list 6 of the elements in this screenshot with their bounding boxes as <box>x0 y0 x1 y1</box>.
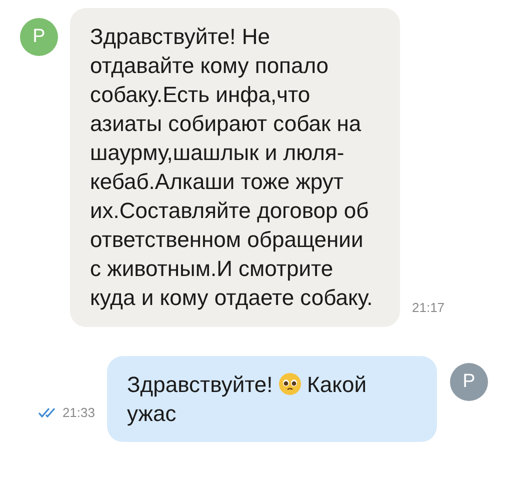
message-time: 21:33 <box>62 405 95 420</box>
message-text: Здравствуйте! Не отдавайте кому попало собаку.Есть инфа,что азиаты собирают собак на шаурму,шашлык и люля-кебаб.Алкаши тоже жрут их.Составляйте договор об ответственном обращении с животным.И смотрите куда и кому отдаете собаку. <box>90 23 374 312</box>
avatar[interactable]: P <box>20 18 58 56</box>
avatar[interactable]: P <box>450 363 488 401</box>
message-time: 21:17 <box>412 300 445 315</box>
message-text: Здравствуйте! Какой ужас <box>127 371 368 428</box>
